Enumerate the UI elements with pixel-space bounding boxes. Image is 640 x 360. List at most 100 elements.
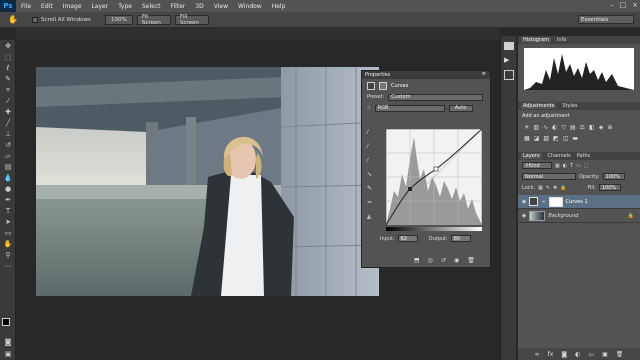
pen-tool-icon[interactable]: ✒ (2, 195, 14, 205)
scroll-all-checkbox[interactable] (31, 16, 38, 23)
shape-tool-icon[interactable]: ▭ (2, 228, 14, 238)
new-group-icon[interactable]: ▭ (588, 351, 594, 358)
fx-icon[interactable]: fx (548, 351, 554, 358)
smooth-curve-icon[interactable]: ≈ (367, 199, 372, 206)
quick-select-tool-icon[interactable]: ✎ (2, 74, 14, 84)
layer-filter-select[interactable]: ⚲ Kind (522, 162, 552, 169)
lock-transparent-icon[interactable]: ▦ (538, 185, 543, 191)
reset-icon[interactable]: ↺ (441, 257, 446, 264)
menu-select[interactable]: Select (137, 3, 166, 10)
lock-pixels-icon[interactable]: ✎ (546, 185, 550, 191)
zoom-100-button[interactable]: 100% (104, 14, 133, 25)
healing-tool-icon[interactable]: ✚ (2, 107, 14, 117)
more-tools-icon[interactable]: ⋯ (2, 261, 14, 271)
filter-type-icon[interactable]: T (570, 163, 573, 169)
target-adjust-icon[interactable]: ☝ (367, 105, 371, 112)
curve-point-tool-icon[interactable]: ∿ (367, 171, 372, 178)
marquee-tool-icon[interactable]: ⬚ (2, 52, 14, 62)
fill-field[interactable]: 100% (598, 184, 621, 191)
blend-mode-select[interactable]: Normal (522, 173, 576, 180)
eraser-tool-icon[interactable]: ▱ (2, 151, 14, 161)
hand-tool-icon[interactable]: ✋ (2, 239, 14, 249)
hue-saturation-icon[interactable]: ▤ (570, 124, 576, 131)
layer-mask-thumbnail[interactable] (548, 196, 563, 207)
layer-name[interactable]: Background (548, 213, 578, 219)
pencil-draw-icon[interactable]: ✎ (367, 185, 372, 192)
maximize-button[interactable]: □ (620, 1, 627, 9)
mask-icon[interactable] (379, 81, 387, 90)
lock-position-icon[interactable]: ✥ (553, 185, 557, 191)
invert-icon[interactable]: ◪ (534, 135, 540, 142)
history-brush-icon[interactable]: ↺ (2, 140, 14, 150)
tab-adjustments[interactable]: Adjustments (521, 103, 557, 109)
blur-tool-icon[interactable]: 💧 (2, 173, 14, 183)
visibility-eye-icon[interactable]: ◉ (522, 199, 526, 205)
menu-image[interactable]: Image (58, 3, 87, 10)
trash-icon[interactable]: 🗑 (616, 351, 624, 358)
clipping-warning-icon[interactable]: ◭ (367, 213, 372, 220)
threshold-icon[interactable]: ◩ (553, 135, 559, 142)
clip-to-layer-icon[interactable]: ⬒ (414, 257, 420, 264)
color-balance-icon[interactable]: ⚖ (580, 124, 585, 131)
properties-panel-header[interactable]: Properties ≡ (362, 71, 490, 79)
path-select-tool-icon[interactable]: ➤ (2, 217, 14, 227)
selective-color-icon[interactable]: ◫ (563, 135, 569, 142)
lock-all-icon[interactable]: 🔒 (560, 185, 566, 191)
document-canvas[interactable] (36, 67, 379, 296)
close-button[interactable]: × (632, 1, 638, 9)
filter-adjustment-icon[interactable]: ◐ (563, 163, 567, 169)
move-tool-icon[interactable]: ✥ (2, 41, 14, 51)
input-field[interactable]: 62 (397, 235, 418, 242)
add-mask-icon[interactable]: ◙ (561, 351, 567, 358)
opacity-field[interactable]: 100% (602, 173, 625, 180)
white-point-eyedropper-icon[interactable]: ⁄ (367, 157, 372, 164)
black-white-icon[interactable]: ◧ (589, 124, 595, 131)
brightness-contrast-icon[interactable]: ☀ (524, 124, 529, 131)
view-previous-icon[interactable]: ◎ (428, 257, 433, 264)
gray-point-eyedropper-icon[interactable]: ⁄ (367, 143, 372, 150)
brush-tool-icon[interactable]: ╱ (2, 118, 14, 128)
zoom-tool-icon[interactable]: ⚲ (2, 250, 14, 260)
menu-layer[interactable]: Layer (86, 3, 113, 10)
gradient-tool-icon[interactable]: ▤ (2, 162, 14, 172)
properties-panel-icon[interactable] (504, 70, 514, 80)
gradient-map-icon[interactable]: ▬ (572, 135, 578, 142)
menu-3d[interactable]: 3D (190, 3, 208, 10)
fit-screen-button[interactable]: Fit Screen (136, 14, 171, 26)
type-tool-icon[interactable]: T (2, 206, 14, 216)
history-panel-icon[interactable] (504, 42, 514, 50)
menu-help[interactable]: Help (267, 3, 291, 10)
layer-name[interactable]: Curves 1 (566, 199, 588, 205)
minimize-button[interactable]: – (610, 1, 614, 9)
fill-screen-button[interactable]: Fill Screen (174, 14, 209, 26)
levels-icon[interactable]: ▥ (533, 124, 539, 131)
workspace-select[interactable]: Essentials (578, 15, 634, 24)
curves-icon[interactable]: ∿ (543, 124, 548, 131)
stamp-tool-icon[interactable]: ⊥ (2, 129, 14, 139)
menu-filter[interactable]: Filter (166, 3, 191, 10)
dodge-tool-icon[interactable]: ● (2, 184, 14, 194)
visibility-icon[interactable]: ◉ (454, 257, 459, 264)
menu-file[interactable]: File (16, 3, 36, 10)
eyedropper-tool-icon[interactable]: ⁄ (2, 96, 14, 106)
color-lookup-icon[interactable]: ▦ (524, 135, 530, 142)
layer-row-curves[interactable]: ◉ ∞ Curves 1 (518, 195, 640, 209)
filter-smart-icon[interactable]: ⬚ (584, 163, 589, 169)
channel-select[interactable]: RGB (374, 104, 445, 112)
vibrance-icon[interactable]: ▽ (561, 124, 566, 131)
output-field[interactable]: 80 (450, 235, 471, 242)
actions-panel-icon[interactable]: ▶ (504, 56, 513, 64)
panel-menu-icon[interactable]: ≡ (482, 71, 486, 77)
lasso-tool-icon[interactable]: ℓ (2, 63, 14, 73)
tab-histogram[interactable]: Histogram (521, 37, 551, 43)
visibility-eye-icon[interactable]: ◉ (522, 213, 526, 219)
hand-tool-icon[interactable]: ✋ (8, 15, 18, 24)
layer-row-background[interactable]: ◉ Background 🔒 (518, 209, 640, 223)
black-point-eyedropper-icon[interactable]: ⁄ (367, 129, 372, 136)
foreground-color-swatch[interactable] (2, 318, 10, 326)
new-layer-icon[interactable]: ▣ (602, 351, 608, 358)
screen-mode-icon[interactable]: ▣ (2, 349, 14, 359)
photo-filter-icon[interactable]: ◈ (599, 124, 604, 131)
channel-mixer-icon[interactable]: ⊕ (607, 124, 612, 131)
crop-tool-icon[interactable]: ⌗ (2, 85, 14, 95)
